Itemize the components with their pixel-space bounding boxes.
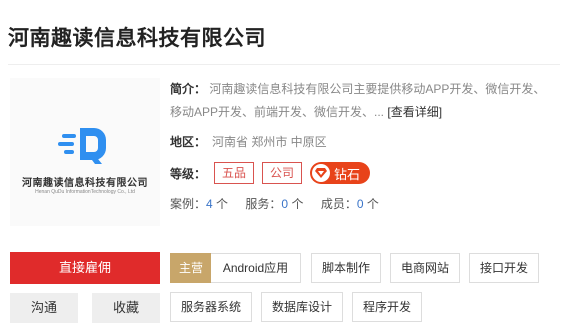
stat-members: 成员：0 个 [320, 197, 379, 211]
diamond-icon [312, 164, 331, 182]
intro-label: 简介： [170, 82, 207, 96]
intro-more-link[interactable]: [查看详细] [387, 105, 442, 119]
main-business-label: 主营 [170, 253, 212, 283]
region-text: 河南省 郑州市 中原区 [212, 135, 327, 149]
tag-programming[interactable]: 程序开发 [352, 292, 422, 322]
logo-cn-text: 河南趣读信息科技有限公司 [22, 178, 148, 189]
tag-ecommerce[interactable]: 电商网站 [390, 253, 460, 283]
favorite-button[interactable]: 收藏 [92, 293, 160, 323]
chat-button[interactable]: 沟通 [10, 293, 78, 323]
company-name: 河南趣读信息科技有限公司 [8, 27, 266, 50]
level-label: 等级： [170, 166, 207, 181]
diamond-label: 钻石 [334, 166, 361, 182]
tag-script[interactable]: 脚本制作 [311, 253, 381, 283]
company-logo: 河南趣读信息科技有限公司 Henan QuDu InformationTechn… [10, 78, 160, 226]
tag-server[interactable]: 服务器系统 [170, 292, 252, 322]
tag-database[interactable]: 数据库设计 [261, 292, 343, 322]
diamond-badge: 钻石 [310, 162, 371, 184]
logo-en-text: Henan QuDu InformationTechnology Co., Lt… [35, 189, 135, 195]
tag-api[interactable]: 接口开发 [469, 253, 539, 283]
level-badge-rank: 五品 [214, 162, 255, 184]
logo-q-icon [58, 128, 106, 164]
level-badge-type: 公司 [262, 162, 303, 184]
stats: 案例：4 个 服务：0 个 成员：0 个 [170, 195, 393, 212]
stat-services: 服务：0 个 [245, 197, 304, 211]
region-label: 地区： [170, 135, 207, 149]
intro-text: 河南趣读信息科技有限公司主要提供移动APP开发、微信开发、移动APP开发、前端开… [170, 82, 546, 119]
level: 等级： 五品 公司 钻石 [170, 162, 371, 184]
stat-cases: 案例：4 个 [170, 197, 229, 211]
region: 地区： 河南省 郑州市 中原区 [170, 133, 327, 151]
divider [8, 64, 560, 65]
tag-android[interactable]: Android应用 [211, 253, 301, 283]
hire-button[interactable]: 直接雇佣 [10, 252, 160, 284]
intro: 简介： 河南趣读信息科技有限公司主要提供移动APP开发、微信开发、移动APP开发… [170, 78, 555, 124]
